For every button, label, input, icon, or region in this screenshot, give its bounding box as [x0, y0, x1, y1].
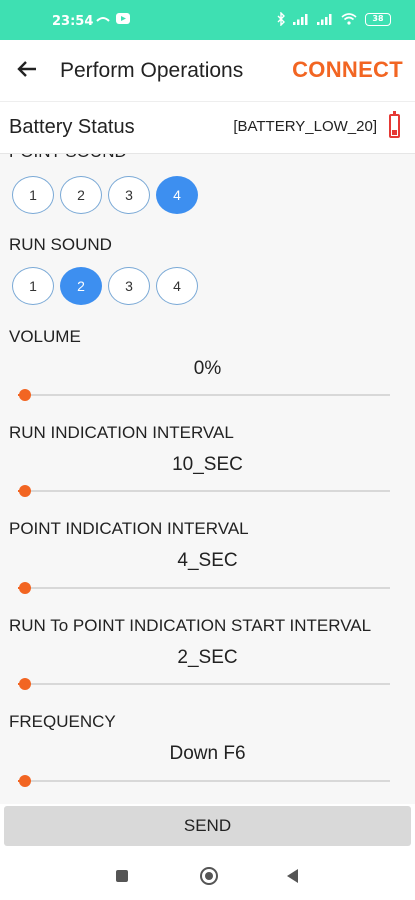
slider-thumb[interactable]: [19, 775, 32, 787]
run-to-point-interval-value: 2_SEC: [177, 647, 238, 668]
point-sound-label: POINT SOUND: [9, 154, 127, 162]
slider-track: [18, 683, 390, 685]
app-bar: Perform Operations CONNECT: [0, 40, 415, 102]
battery-status-value: [BATTERY_LOW_20]: [233, 118, 377, 135]
back-icon[interactable]: [287, 869, 298, 883]
battery-low-icon: [389, 111, 400, 138]
run-indication-interval-label: RUN INDICATION INTERVAL: [9, 423, 234, 442]
run-sound-options: 1 2 3 4: [12, 267, 198, 305]
bluetooth-icon: [277, 12, 285, 26]
run-sound-option-4[interactable]: 4: [156, 267, 198, 305]
volume-label: VOLUME: [9, 327, 81, 346]
status-system-icons: 38: [277, 12, 391, 26]
point-sound-option-1[interactable]: 1: [12, 176, 54, 214]
status-bar: 23:54 38: [0, 0, 415, 40]
connect-button[interactable]: CONNECT: [292, 57, 403, 83]
operations-form[interactable]: POINT SOUND 1 2 3 4 RUN SOUND 1 2 3 4 VO…: [0, 154, 415, 804]
frequency-label: FREQUENCY: [9, 712, 116, 731]
battery-icon: 38: [365, 12, 391, 26]
battery-status-row: Battery Status [BATTERY_LOW_20]: [0, 102, 415, 154]
run-sound-option-1[interactable]: 1: [12, 267, 54, 305]
run-indication-interval-value: 10_SEC: [172, 454, 243, 475]
point-sound-option-3[interactable]: 3: [108, 176, 150, 214]
missed-call-icon: [96, 17, 110, 22]
system-nav-bar: [0, 850, 415, 900]
battery-status-label: Battery Status: [9, 116, 135, 138]
run-to-point-interval-slider[interactable]: [18, 676, 390, 692]
slider-thumb[interactable]: [19, 678, 32, 690]
run-to-point-interval-label: RUN To POINT INDICATION START INTERVAL: [9, 616, 372, 635]
point-indication-interval-label: POINT INDICATION INTERVAL: [9, 519, 249, 538]
point-indication-interval-slider[interactable]: [18, 580, 390, 596]
status-notification-icons: [96, 12, 130, 24]
slider-track: [18, 780, 390, 782]
slider-track: [18, 490, 390, 492]
point-sound-options: 1 2 3 4: [12, 176, 198, 214]
slider-track: [18, 394, 390, 396]
run-sound-option-2[interactable]: 2: [60, 267, 102, 305]
youtube-icon: [116, 12, 130, 24]
run-indication-interval-slider[interactable]: [18, 483, 390, 499]
point-sound-option-4[interactable]: 4: [156, 176, 198, 214]
recent-apps-icon[interactable]: [116, 870, 128, 882]
frequency-value: Down F6: [169, 743, 246, 764]
back-arrow-icon[interactable]: [12, 54, 42, 84]
run-sound-option-3[interactable]: 3: [108, 267, 150, 305]
slider-thumb[interactable]: [19, 582, 32, 594]
frequency-slider[interactable]: [18, 773, 390, 789]
volume-slider[interactable]: [18, 387, 390, 403]
send-button[interactable]: SEND: [4, 806, 411, 846]
volume-value: 0%: [193, 358, 222, 379]
point-indication-interval-value: 4_SEC: [177, 550, 238, 571]
run-sound-label: RUN SOUND: [9, 235, 112, 254]
signal-icon: [293, 14, 308, 25]
status-time: 23:54: [52, 14, 94, 29]
page-title: Perform Operations: [60, 59, 244, 82]
slider-track: [18, 587, 390, 589]
slider-thumb[interactable]: [19, 485, 32, 497]
wifi-icon: [341, 13, 357, 25]
point-sound-option-2[interactable]: 2: [60, 176, 102, 214]
home-icon[interactable]: [200, 867, 218, 885]
signal-icon-2: [317, 14, 332, 25]
slider-thumb[interactable]: [19, 389, 32, 401]
